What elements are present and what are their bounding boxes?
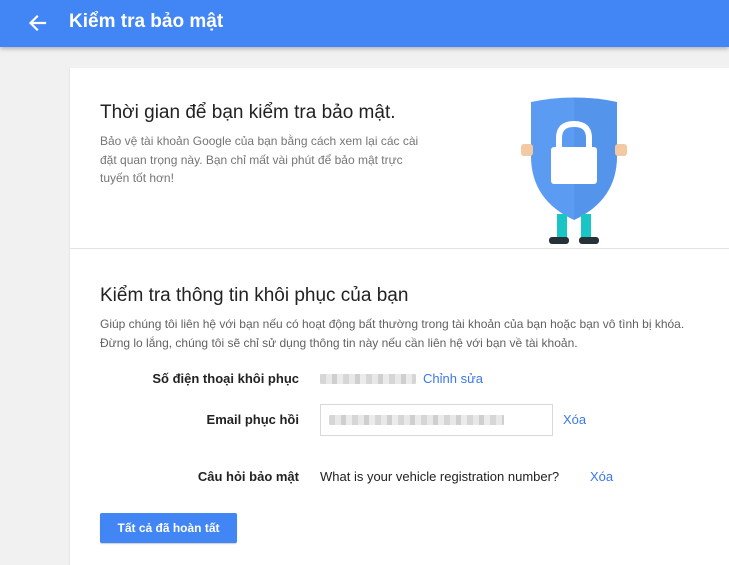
app-header: Kiểm tra bảo mật — [0, 0, 729, 47]
intro-description: Bảo vệ tài khoản Google của bạn bằng các… — [100, 134, 419, 185]
security-question-label: Câu hỏi bảo mật — [197, 469, 299, 484]
page-title: Kiểm tra bảo mật — [69, 11, 224, 32]
arrow-back-icon — [28, 14, 47, 32]
recovery-title: Kiểm tra thông tin khôi phục của bạn — [100, 285, 409, 306]
recovery-email-value-redacted — [329, 415, 504, 425]
security-checkup-card: Thời gian để bạn kiểm tra bảo mật. Bảo v… — [70, 68, 729, 565]
shield-lock-icon — [521, 97, 627, 244]
all-done-button[interactable]: Tất cả đã hoàn tất — [100, 513, 237, 543]
recovery-phone-value-redacted — [320, 374, 416, 384]
back-button[interactable] — [22, 8, 52, 38]
remove-email-link[interactable]: Xóa — [563, 412, 586, 427]
intro-title: Thời gian để bạn kiểm tra bảo mật. — [100, 102, 396, 123]
recovery-description: Giúp chúng tôi liên hệ với bạn nếu có ho… — [100, 317, 685, 350]
security-question-value: What is your vehicle registration number… — [320, 469, 560, 484]
recovery-email-label: Email phục hồi — [206, 412, 299, 427]
recovery-phone-label: Số điện thoại khôi phục — [152, 371, 299, 386]
edit-phone-link[interactable]: Chỉnh sửa — [423, 371, 483, 386]
remove-question-link[interactable]: Xóa — [590, 469, 613, 484]
section-divider — [70, 248, 729, 249]
recovery-email-field[interactable] — [320, 404, 553, 436]
